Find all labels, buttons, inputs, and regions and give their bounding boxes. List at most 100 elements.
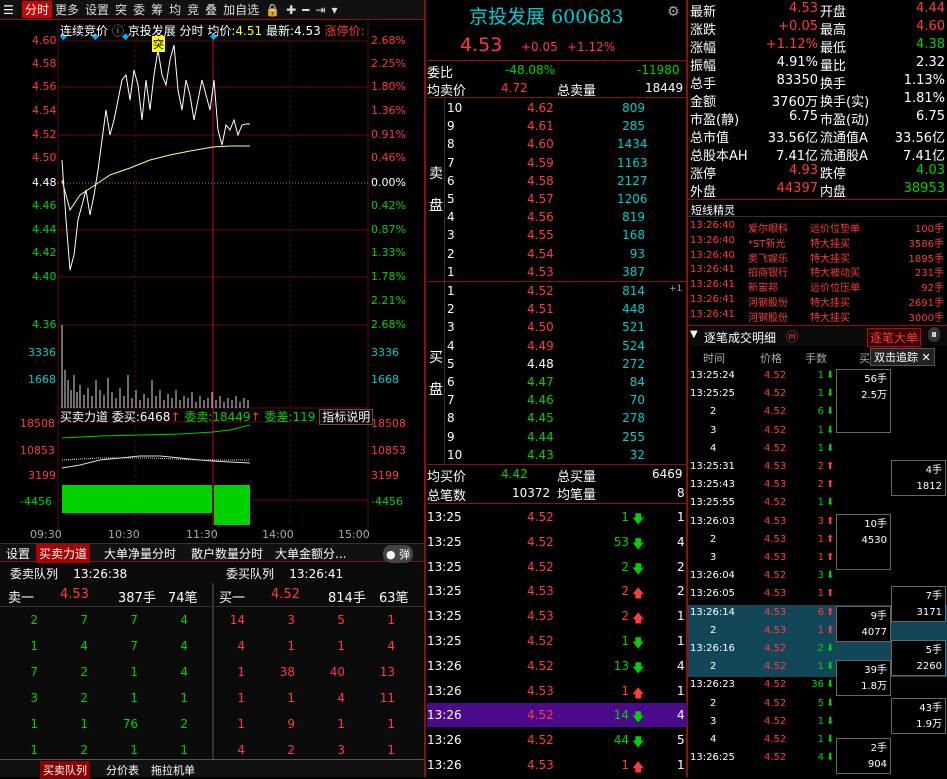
detail-row[interactable]: 13:25:24 4.52 1 ⬇ [688, 368, 947, 386]
tick-row[interactable]: 13:26 4.52 44 🡇 5 [427, 728, 687, 752]
ask-row[interactable]: 7 4.59 1163 [427, 154, 687, 173]
detail-row[interactable]: 4 4.52 1 ⬇ [688, 732, 947, 750]
bid-row[interactable]: 9 4.44 255 [427, 428, 687, 447]
sprite-row[interactable]: 13:26:40 *ST新光 特大挂买 3586手 [690, 234, 947, 250]
minus-icon[interactable]: ━ [299, 3, 312, 17]
step-right-icon[interactable]: ⇥ [312, 3, 328, 17]
bid-row[interactable]: 10 4.43 32 [427, 446, 687, 465]
ask-row[interactable]: 4 4.56 819 [427, 208, 687, 227]
detail-row[interactable]: 13:26:25 4.52 4 ⬇ [688, 750, 947, 768]
dropdown-icon[interactable]: ▾ [328, 3, 340, 17]
bid-row[interactable]: 2 4.51 448 [427, 300, 687, 319]
tab-big-amount[interactable]: 大单金额分... [272, 544, 349, 563]
bid-row[interactable]: 3 4.50 521 [427, 318, 687, 337]
sprite-row[interactable]: 13:26:41 新宙邦 远价位压单 92手 [690, 278, 947, 295]
pct-tick: 0.46% [371, 151, 406, 164]
stock-name: 京投发展 600683 [469, 6, 624, 28]
plus-icon[interactable]: ✚ [283, 3, 299, 17]
tick-row[interactable]: 13:25 4.52 2 🡇 2 [427, 555, 687, 579]
big-order-button[interactable]: 逐笔大单 [867, 328, 922, 347]
toolbar-chip[interactable]: 筹 [148, 1, 166, 18]
tab-buy-sell-power[interactable]: 买卖力道 [36, 544, 91, 563]
tick-row[interactable]: 13:26 4.53 1 🡅 1 [427, 679, 687, 703]
bid-row[interactable]: 1 4.52 814 +1 [427, 282, 687, 301]
ask-row[interactable]: 1 4.53 387 [427, 263, 687, 282]
tab-price-table[interactable]: 分价表 [103, 761, 142, 779]
toolbar-overlay[interactable]: 叠 [202, 1, 220, 18]
surge-marker[interactable]: 突 [152, 36, 165, 52]
ask-row[interactable]: 10 4.62 809 [427, 99, 687, 118]
info-icon[interactable]: ⓘ [112, 24, 124, 38]
tab-retail-count[interactable]: 散户数量分时 [188, 544, 266, 563]
aggregate-box: 39手 1.8万 [836, 660, 891, 696]
detail-row[interactable]: 2 4.53 1 ⬆ [688, 622, 947, 641]
sprite-stock: 新宙邦 [748, 283, 778, 295]
stat-value: +1.12% [765, 37, 818, 52]
queue-cell: 1 [387, 613, 395, 627]
bid-row[interactable]: 6 4.47 84 [427, 373, 687, 392]
price-tick: 4.48 [32, 176, 57, 189]
ask-row[interactable]: 5 4.57 1206 [427, 190, 687, 209]
tick-row[interactable]: 13:25 4.52 53 🡇 4 [427, 530, 687, 554]
tick-row[interactable]: 13:25 4.52 1 🡇 1 [427, 629, 687, 653]
tick-row[interactable]: 13:25 4.53 2 🡅 1 [427, 604, 687, 628]
detail-row[interactable]: 13:26:03 4.53 3 ⬆ [688, 514, 947, 532]
bid-volume: 448 [622, 302, 645, 317]
detail-row[interactable]: 13:26:04 4.52 3 ⬇ [688, 568, 947, 586]
ask-row[interactable]: 8 4.60 1434 [427, 135, 687, 154]
ask-row[interactable]: 3 4.55 168 [427, 226, 687, 245]
ask-level: 2 [447, 246, 455, 261]
pct-tick: 2.68% [371, 34, 406, 47]
tick-row[interactable]: 13:26 4.52 13 🡇 4 [427, 654, 687, 678]
detail-row[interactable]: 3 4.53 1 ⬆ [688, 550, 947, 568]
tick-row[interactable]: 13:25 4.53 2 🡅 2 [427, 579, 687, 603]
detail-info-icon[interactable]: ⓜ [786, 328, 798, 345]
detail-row[interactable]: 2 4.52 6 ⬇ [688, 404, 947, 422]
collapse-icon[interactable]: ▼ [690, 329, 698, 340]
tick-row[interactable]: 13:26 4.53 1 🡅 1 [427, 753, 687, 777]
sprite-row[interactable]: 13:26:41 河钢股份 特大挂买 3000手 [690, 308, 947, 324]
bid-row[interactable]: 7 4.46 70 [427, 391, 687, 410]
detail-row[interactable]: 13:25:25 4.52 1 ⬇ [688, 386, 947, 404]
bid-row[interactable]: 5 4.48 272 [427, 355, 687, 374]
tab-intraday[interactable]: 分时 [22, 1, 53, 18]
tick-row[interactable]: 13:25 4.52 1 🡇 1 [427, 505, 687, 529]
tick-price: 4.53 [527, 758, 554, 772]
tab-tractor-order[interactable]: 拖拉机单 [148, 761, 198, 779]
gear-icon[interactable]: ⚙ [667, 4, 680, 20]
stock-price: 4.53 [460, 34, 503, 56]
trace-tooltip[interactable]: 双击追踪 ✕ [870, 348, 935, 366]
detail-row[interactable]: 4 4.52 1 ⬇ [688, 441, 947, 459]
ask-level: 4 [447, 210, 455, 225]
detail-row[interactable]: 13:25:55 4.52 1 ⬇ [688, 495, 947, 513]
toolbar-settings[interactable]: 设置 [82, 1, 112, 18]
sprite-row[interactable]: 13:26:41 河钢股份 特大挂买 2691手 [690, 293, 947, 309]
tab-settings[interactable]: 设置 [3, 544, 33, 563]
tab-buy-sell-queue[interactable]: 买卖队列 [40, 761, 90, 779]
ask-row[interactable]: 9 4.61 285 [427, 117, 687, 136]
ask-row[interactable]: 6 4.58 2127 [427, 172, 687, 191]
detail-row[interactable]: 13:26:23 4.52 36 ⬇ [688, 677, 947, 695]
sprite-row[interactable]: 13:26:41 招商银行 特大被动买 231手 [690, 263, 947, 279]
indicator-help-button[interactable]: 指标说明 [319, 409, 374, 425]
bid-row[interactable]: 8 4.45 278 [427, 409, 687, 428]
toolbar-auction[interactable]: 竞 [184, 1, 202, 18]
tab-big-net-volume[interactable]: 大单净量分时 [101, 544, 179, 563]
toolbar-more[interactable]: 更多 [52, 1, 82, 18]
toolbar-order[interactable]: 委 [130, 1, 148, 18]
detail-row[interactable]: 3 4.52 1 ⬇ [688, 423, 947, 441]
bid-row[interactable]: 4 4.49 524 [427, 337, 687, 356]
popup-toggle[interactable]: ● 弹 [383, 545, 414, 563]
intraday-chart[interactable]: ◆ ◆ ◆ ◆ 连续竞价 ⓘ 京投发展 分时 均价:4.51 最新:4.53 涨… [0, 20, 424, 542]
ask-row[interactable]: 2 4.54 93 [427, 245, 687, 264]
sprite-row[interactable]: 13:26:40 爱尔眼科 远价位垫单 100手 [690, 219, 947, 235]
sprite-row[interactable]: 13:26:40 奥飞娱乐 特大挂买 1895手 [690, 249, 947, 265]
menu-icon[interactable]: ☰ [0, 3, 22, 17]
lock-icon[interactable]: 🔒 [262, 3, 283, 17]
tick-row[interactable]: 13:26 4.52 14 🡇 4 [427, 703, 687, 728]
pause-icon[interactable]: ⏸ [928, 327, 941, 342]
detail-row[interactable]: 2 4.53 1 ⬆ [688, 532, 947, 550]
toolbar-add-watchlist[interactable]: 加自选 [220, 1, 262, 18]
toolbar-avg[interactable]: 均 [166, 1, 184, 18]
toolbar-surge[interactable]: 突 [112, 1, 130, 18]
